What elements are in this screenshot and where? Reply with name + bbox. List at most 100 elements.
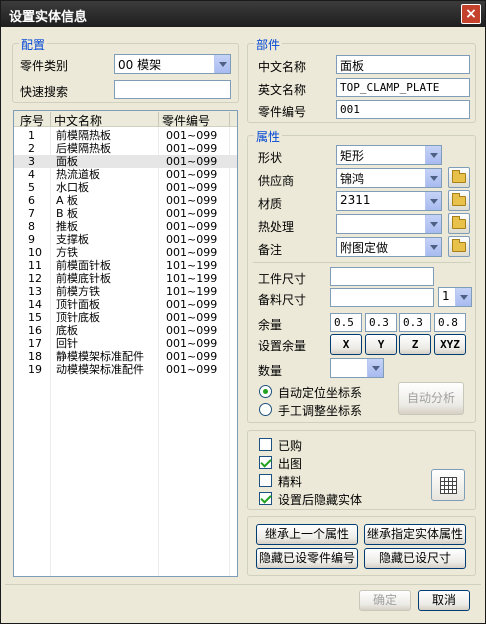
category-select[interactable]: 00 模架: [114, 54, 231, 74]
table-row[interactable]: 8 推板 001~099: [14, 220, 237, 233]
title-bar: 设置实体信息 ×: [1, 1, 485, 27]
table-row[interactable]: 18 静模模架标准配件 001~099: [14, 350, 237, 363]
hide-size-button[interactable]: 隐藏已设尺寸: [364, 548, 466, 569]
table-row[interactable]: 13 前模方铁 101~199: [14, 285, 237, 298]
precision-label[interactable]: 精料: [278, 473, 302, 490]
inherit-specified-button[interactable]: 继承指定实体属性: [364, 524, 466, 545]
row-number: 9: [28, 233, 35, 246]
set-allowance-y-button[interactable]: Y: [365, 334, 397, 355]
cn-name-field[interactable]: 面板: [336, 55, 470, 74]
material-select[interactable]: 2311: [336, 191, 442, 211]
hide-after-checkbox[interactable]: [259, 492, 272, 505]
table-grid-button[interactable]: [431, 469, 465, 501]
supplier-select[interactable]: 锦鸿: [336, 168, 442, 188]
table-row[interactable]: 17 回针 001~099: [14, 337, 237, 350]
set-allowance-z-button[interactable]: Z: [399, 334, 431, 355]
ok-button[interactable]: 确定: [359, 590, 411, 611]
row-name: 回针: [56, 337, 78, 350]
category-value: 00 模架: [118, 58, 162, 72]
heat-treatment-label: 热处理: [258, 220, 295, 234]
search-input[interactable]: [114, 80, 231, 99]
row-name: 前模隔热板: [56, 129, 111, 142]
row-number: 18: [28, 350, 42, 363]
row-name: 后模隔热板: [56, 142, 111, 155]
set-allowance-xyz-button[interactable]: XYZ: [434, 334, 466, 355]
inherit-previous-button[interactable]: 继承上一个属性: [256, 524, 358, 545]
row-number: 8: [28, 220, 35, 233]
purchased-checkbox[interactable]: [259, 438, 272, 451]
row-name: A 板: [56, 194, 79, 207]
table-row[interactable]: 7 B 板 001~099: [14, 207, 237, 220]
row-number: 1: [28, 129, 35, 142]
heat-treatment-browse-button[interactable]: [448, 213, 470, 234]
attribute-group-label: 属性: [254, 128, 283, 145]
chevron-down-icon[interactable]: [367, 359, 383, 377]
auto-analyze-button[interactable]: 自动分析: [398, 382, 464, 415]
row-code: 001~099: [166, 207, 218, 220]
remark-select[interactable]: 附图定做: [336, 237, 442, 257]
shape-value: 矩形: [340, 149, 365, 163]
table-row[interactable]: 4 热流道板 001~099: [14, 168, 237, 181]
column-header-code[interactable]: 零件编号: [162, 112, 210, 129]
table-row[interactable]: 3 面板 001~099: [14, 155, 237, 168]
heat-treatment-select[interactable]: [336, 214, 442, 234]
window-title: 设置实体信息: [9, 10, 88, 25]
table-row[interactable]: 11 前模面针板 101~199: [14, 259, 237, 272]
chevron-down-icon[interactable]: [425, 146, 441, 164]
row-code: 001~099: [166, 142, 218, 155]
column-header-name[interactable]: 中文名称: [54, 112, 102, 129]
table-row[interactable]: 16 底板 001~099: [14, 324, 237, 337]
table-row[interactable]: 5 水口板 001~099: [14, 181, 237, 194]
chevron-down-icon[interactable]: [425, 169, 441, 187]
manual-coordinate-radio[interactable]: [259, 403, 272, 416]
chevron-down-icon[interactable]: [455, 288, 471, 306]
table-row[interactable]: 12 前模底针板 101~199: [14, 272, 237, 285]
shape-select[interactable]: 矩形: [336, 145, 442, 165]
row-code: 001~099: [166, 168, 218, 181]
material-browse-button[interactable]: [448, 190, 470, 211]
work-size-field[interactable]: [330, 267, 434, 286]
hide-part-code-button[interactable]: 隐藏已设零件编号: [256, 548, 358, 569]
table-row[interactable]: 14 顶针面板 001~099: [14, 298, 237, 311]
table-row[interactable]: 19 动模模架标准配件 001~099: [14, 363, 237, 376]
table-row[interactable]: 2 后模隔热板 001~099: [14, 142, 237, 155]
row-number: 3: [28, 155, 35, 168]
remark-browse-button[interactable]: [448, 236, 470, 257]
set-allowance-x-button[interactable]: X: [330, 334, 362, 355]
drawing-label[interactable]: 出图: [278, 455, 302, 472]
row-name: 顶针面板: [56, 298, 100, 311]
purchased-label[interactable]: 已购: [278, 437, 302, 454]
table-row[interactable]: 10 方铁 001~099: [14, 246, 237, 259]
chevron-down-icon[interactable]: [425, 238, 441, 256]
stock-size-field[interactable]: [330, 288, 434, 307]
table-row[interactable]: 6 A 板 001~099: [14, 194, 237, 207]
allowance-xyz-field[interactable]: 0.8: [434, 313, 466, 332]
part-list[interactable]: 序号 中文名称 零件编号 1 前模隔热板 001~099 2 后模隔热板 001~099 3…: [13, 110, 238, 577]
drawing-checkbox[interactable]: [259, 456, 272, 469]
allowance-x-field[interactable]: 0.5: [330, 313, 362, 332]
chevron-down-icon[interactable]: [425, 192, 441, 210]
precision-checkbox[interactable]: [259, 474, 272, 487]
part-code-field[interactable]: 001: [336, 100, 470, 119]
table-row[interactable]: 15 顶针底板 001~099: [14, 311, 237, 324]
close-button[interactable]: ×: [461, 4, 481, 24]
auto-coordinate-radio[interactable]: [259, 385, 272, 398]
table-row[interactable]: 9 支撑板 001~099: [14, 233, 237, 246]
manual-coordinate-label[interactable]: 手工调整坐标系: [278, 402, 362, 419]
quantity-select[interactable]: [330, 358, 384, 378]
allowance-label: 余量: [258, 318, 283, 332]
cancel-button[interactable]: 取消: [418, 590, 470, 611]
en-name-field[interactable]: TOP_CLAMP_PLATE: [336, 78, 470, 97]
auto-coordinate-label[interactable]: 自动定位坐标系: [278, 384, 362, 401]
table-row[interactable]: 1 前模隔热板 001~099: [14, 129, 237, 142]
allowance-z-field[interactable]: 0.3: [399, 313, 431, 332]
stock-count-select[interactable]: 1: [438, 287, 472, 307]
supplier-browse-button[interactable]: [448, 167, 470, 188]
hide-after-label[interactable]: 设置后隐藏实体: [278, 491, 362, 508]
column-header-no[interactable]: 序号: [20, 112, 44, 129]
en-name-label: 英文名称: [258, 83, 307, 97]
remark-value: 附图定做: [340, 241, 389, 255]
chevron-down-icon[interactable]: [214, 55, 230, 73]
allowance-y-field[interactable]: 0.3: [365, 313, 397, 332]
chevron-down-icon[interactable]: [425, 215, 441, 233]
